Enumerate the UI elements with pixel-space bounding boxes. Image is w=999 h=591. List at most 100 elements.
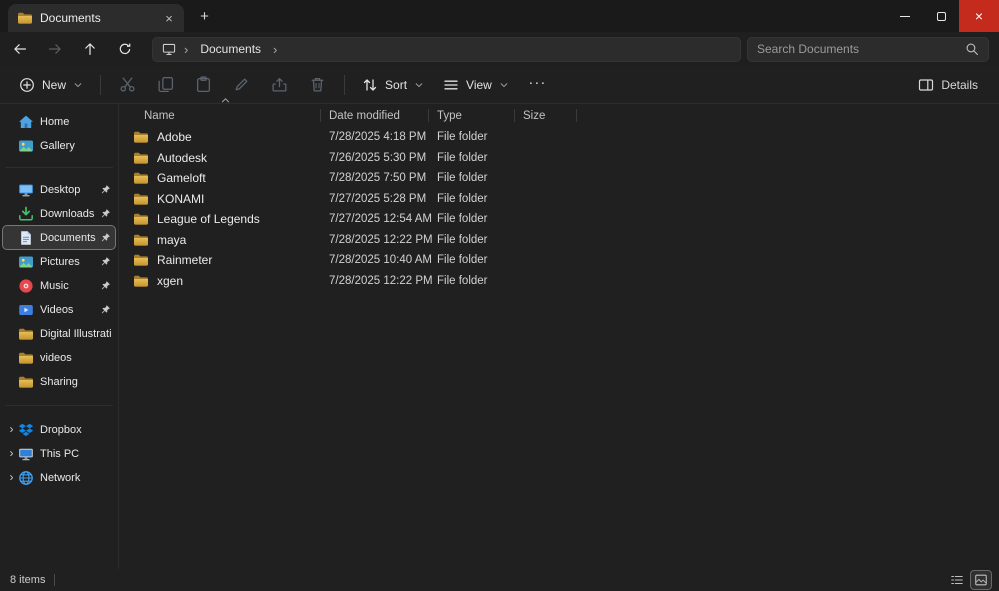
new-button[interactable]: New bbox=[10, 70, 92, 100]
cut-button[interactable] bbox=[109, 70, 146, 100]
sidebar-item-this-pc[interactable]: › This PC bbox=[3, 442, 115, 465]
address-bar[interactable]: › Documents › bbox=[152, 37, 741, 62]
minimize-icon bbox=[900, 16, 910, 17]
paste-button[interactable] bbox=[185, 70, 222, 100]
file-row-maya[interactable]: maya 7/28/2025 12:22 PM File folder bbox=[131, 230, 999, 251]
new-tab-button[interactable]: + bbox=[192, 4, 217, 29]
chevron-down-icon bbox=[499, 80, 509, 90]
status-divider bbox=[54, 574, 55, 586]
sidebar-item-music[interactable]: Music bbox=[3, 274, 115, 297]
refresh-button[interactable] bbox=[109, 35, 141, 63]
share-button[interactable] bbox=[261, 70, 298, 100]
rename-icon bbox=[233, 76, 250, 93]
navigation-bar: › Documents › Search Documents bbox=[0, 32, 999, 66]
pin-icon bbox=[100, 280, 111, 291]
close-button[interactable]: × bbox=[959, 0, 999, 32]
monitor-icon bbox=[162, 42, 176, 56]
thumbnail-view-toggle[interactable] bbox=[971, 571, 991, 589]
copy-button[interactable] bbox=[147, 70, 184, 100]
file-row-autodesk[interactable]: Autodesk 7/26/2025 5:30 PM File folder bbox=[131, 148, 999, 169]
file-type: File folder bbox=[429, 152, 515, 164]
sidebar-item-desktop[interactable]: Desktop bbox=[3, 178, 115, 201]
refresh-icon bbox=[118, 42, 132, 56]
sidebar-item-downloads[interactable]: Downloads bbox=[3, 202, 115, 225]
more-options-button[interactable]: ··· bbox=[519, 70, 556, 100]
column-header-size[interactable]: Size bbox=[515, 106, 577, 125]
file-date: 7/28/2025 12:22 PM bbox=[321, 275, 429, 287]
pictures-icon bbox=[18, 254, 34, 270]
sidebar-item-documents[interactable]: Documents bbox=[3, 226, 115, 249]
sidebar-item-videos[interactable]: Videos bbox=[3, 298, 115, 321]
file-name: KONAMI bbox=[157, 192, 204, 206]
tab-documents[interactable]: Documents × bbox=[8, 4, 184, 32]
column-headers: Name Date modified Type Size bbox=[131, 106, 999, 125]
sidebar-item-pictures[interactable]: Pictures bbox=[3, 250, 115, 273]
file-row-adobe[interactable]: Adobe 7/28/2025 4:18 PM File folder bbox=[131, 127, 999, 148]
file-row-gameloft[interactable]: Gameloft 7/28/2025 7:50 PM File folder bbox=[131, 168, 999, 189]
forward-icon bbox=[48, 42, 62, 56]
paste-icon bbox=[195, 76, 212, 93]
file-row-konami[interactable]: KONAMI 7/27/2025 5:28 PM File folder bbox=[131, 189, 999, 210]
column-header-date-modified[interactable]: Date modified bbox=[321, 106, 429, 125]
sort-button[interactable]: Sort bbox=[353, 70, 433, 100]
sidebar-item-gallery[interactable]: Gallery bbox=[3, 134, 115, 157]
file-row-rainmeter[interactable]: Rainmeter 7/28/2025 10:40 AM File folder bbox=[131, 250, 999, 271]
folder-icon bbox=[133, 129, 149, 145]
details-button[interactable]: Details bbox=[909, 70, 987, 100]
file-row-xgen[interactable]: xgen 7/28/2025 12:22 PM File folder bbox=[131, 271, 999, 292]
file-type: File folder bbox=[429, 254, 515, 266]
file-date: 7/27/2025 12:54 AM bbox=[321, 213, 429, 225]
sidebar-item-network[interactable]: › Network bbox=[3, 466, 115, 489]
downloads-icon bbox=[18, 206, 34, 222]
breadcrumb-separator: › bbox=[181, 42, 191, 57]
maximize-button[interactable] bbox=[923, 0, 959, 32]
sidebar-item-home[interactable]: Home bbox=[3, 110, 115, 133]
documents-icon bbox=[18, 230, 34, 246]
tab-close-icon[interactable]: × bbox=[160, 9, 178, 27]
file-row-league-of-legends[interactable]: League of Legends 7/27/2025 12:54 AM Fil… bbox=[131, 209, 999, 230]
dropbox-icon bbox=[18, 422, 34, 438]
expand-chevron-icon[interactable]: › bbox=[5, 423, 18, 436]
folder-icon bbox=[133, 191, 149, 207]
folder-icon bbox=[133, 273, 149, 289]
this-pc-icon bbox=[18, 446, 34, 462]
file-rows: Adobe 7/28/2025 4:18 PM File folder Auto… bbox=[131, 127, 999, 291]
minimize-button[interactable] bbox=[887, 0, 923, 32]
view-button[interactable]: View bbox=[434, 70, 518, 100]
back-button[interactable] bbox=[4, 35, 36, 63]
delete-button[interactable] bbox=[299, 70, 336, 100]
file-date: 7/28/2025 7:50 PM bbox=[321, 172, 429, 184]
details-view-toggle[interactable] bbox=[947, 571, 967, 589]
column-header-type[interactable]: Type bbox=[429, 106, 515, 125]
titlebar: Documents × + × bbox=[0, 0, 999, 32]
gallery-icon bbox=[18, 138, 34, 154]
sidebar-item-videos-folder[interactable]: videos bbox=[3, 346, 115, 369]
tab-title: Documents bbox=[40, 11, 153, 25]
file-name: Gameloft bbox=[157, 171, 206, 185]
file-name: Adobe bbox=[157, 130, 192, 144]
new-icon bbox=[19, 77, 35, 93]
network-icon bbox=[18, 470, 34, 486]
file-list-pane: Name Date modified Type Size Adobe 7/28/… bbox=[119, 104, 999, 569]
home-icon bbox=[18, 114, 34, 130]
file-name: maya bbox=[157, 233, 186, 247]
thumbnail-view-icon bbox=[974, 573, 988, 587]
search-input[interactable]: Search Documents bbox=[747, 37, 989, 62]
expand-chevron-icon[interactable]: › bbox=[5, 471, 18, 484]
column-header-name[interactable]: Name bbox=[131, 106, 321, 125]
pin-icon bbox=[100, 256, 111, 267]
up-button[interactable] bbox=[74, 35, 106, 63]
forward-button[interactable] bbox=[39, 35, 71, 63]
delete-icon bbox=[309, 76, 326, 93]
sidebar-item-dropbox[interactable]: › Dropbox bbox=[3, 418, 115, 441]
search-icon bbox=[965, 42, 979, 56]
toolbar-divider bbox=[344, 75, 345, 95]
sidebar-item-digital-illustrations[interactable]: Digital Illustrations bbox=[3, 322, 115, 345]
navigation-pane: Home Gallery Desktop Downloads bbox=[0, 104, 119, 569]
file-type: File folder bbox=[429, 172, 515, 184]
sidebar-item-sharing[interactable]: Sharing bbox=[3, 370, 115, 393]
expand-chevron-icon[interactable]: › bbox=[5, 447, 18, 460]
folder-icon bbox=[133, 252, 149, 268]
folder-icon bbox=[133, 211, 149, 227]
breadcrumb-item-documents[interactable]: Documents bbox=[196, 41, 265, 57]
